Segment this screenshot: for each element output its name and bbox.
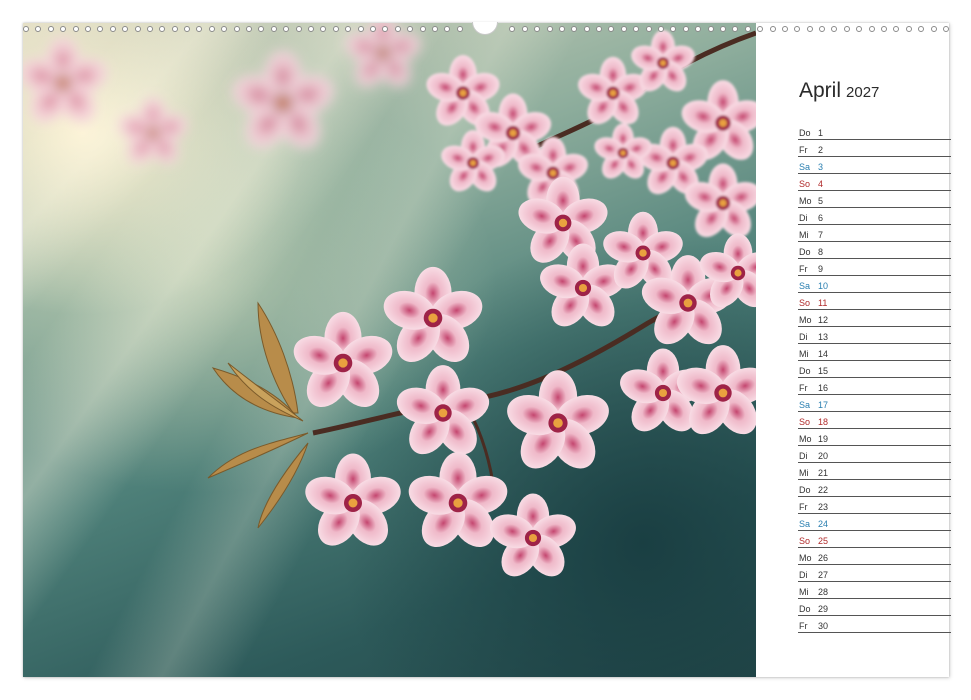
day-row: Di 13 (798, 327, 951, 344)
month-calendar: April 2027 Do 1 Fr 2 Sa 3 So 4 Mo 5 Di 6 Mi 7 Do 8 Fr 9 Sa… (776, 79, 951, 633)
weekday-label: Sa (799, 162, 811, 172)
day-row: Sa 10 (798, 276, 951, 293)
day-row: Mi 7 (798, 225, 951, 242)
day-number: 10 (818, 281, 829, 291)
weekday-label: So (799, 417, 811, 427)
blossom-branch-illustration (23, 23, 756, 584)
day-row: So 18 (798, 412, 951, 429)
weekday-label: Mo (799, 196, 812, 206)
day-number: 9 (818, 264, 824, 274)
day-number: 25 (818, 536, 829, 546)
day-number: 3 (818, 162, 824, 172)
weekday-label: Mi (799, 587, 809, 597)
day-number: 23 (818, 502, 829, 512)
day-number: 14 (818, 349, 829, 359)
day-row: Mo 19 (798, 429, 951, 446)
day-number: 29 (818, 604, 829, 614)
day-number: 15 (818, 366, 829, 376)
weekday-label: Fr (799, 502, 808, 512)
day-row: Mi 28 (798, 582, 951, 599)
day-list: Do 1 Fr 2 Sa 3 So 4 Mo 5 Di 6 Mi 7 Do 8 Fr 9 Sa 10 So 11 Mo 12 D… (798, 123, 951, 633)
weekday-label: Di (799, 570, 808, 580)
weekday-label: So (799, 179, 811, 189)
day-row: Mo 26 (798, 548, 951, 565)
day-number: 8 (818, 247, 824, 257)
day-number: 27 (818, 570, 829, 580)
day-row: Do 22 (798, 480, 951, 497)
weekday-label: Sa (799, 281, 811, 291)
month-heading: April 2027 (776, 79, 951, 123)
weekday-label: Do (799, 247, 811, 257)
day-row: Do 1 (798, 123, 951, 140)
day-number: 13 (818, 332, 829, 342)
day-number: 24 (818, 519, 829, 529)
day-number: 4 (818, 179, 824, 189)
day-row: Fr 23 (798, 497, 951, 514)
day-row: Di 6 (798, 208, 951, 225)
day-number: 22 (818, 485, 829, 495)
weekday-label: Di (799, 451, 808, 461)
day-number: 20 (818, 451, 829, 461)
day-row: Fr 16 (798, 378, 951, 395)
day-number: 30 (818, 621, 829, 631)
weekday-label: So (799, 298, 811, 308)
day-row: Mo 12 (798, 310, 951, 327)
weekday-label: Mi (799, 468, 809, 478)
day-row: Fr 30 (798, 616, 951, 633)
day-row: Sa 24 (798, 514, 951, 531)
day-number: 26 (818, 553, 829, 563)
weekday-label: Fr (799, 621, 808, 631)
day-row: So 25 (798, 531, 951, 548)
day-row: Fr 2 (798, 140, 951, 157)
day-number: 16 (818, 383, 829, 393)
weekday-label: Di (799, 332, 808, 342)
day-number: 19 (818, 434, 829, 444)
day-number: 12 (818, 315, 829, 325)
month-name: April (799, 79, 842, 102)
day-row: Mo 5 (798, 191, 951, 208)
day-row: So 4 (798, 174, 951, 191)
day-number: 18 (818, 417, 829, 427)
calendar-page: April 2027 Do 1 Fr 2 Sa 3 So 4 Mo 5 Di 6 Mi 7 Do 8 Fr 9 Sa… (23, 23, 951, 677)
day-row: Sa 17 (798, 395, 951, 412)
day-number: 11 (818, 298, 828, 308)
day-number: 2 (818, 145, 824, 155)
day-number: 7 (818, 230, 824, 240)
weekday-label: So (799, 536, 811, 546)
weekday-label: Fr (799, 383, 808, 393)
weekday-label: Fr (799, 264, 808, 274)
day-number: 5 (818, 196, 824, 206)
weekday-label: Sa (799, 400, 811, 410)
day-row: Do 8 (798, 242, 951, 259)
weekday-label: Sa (799, 519, 811, 529)
day-row: Fr 9 (798, 259, 951, 276)
weekday-label: Do (799, 604, 811, 614)
weekday-label: Do (799, 366, 811, 376)
day-number: 1 (818, 128, 824, 138)
day-row: Di 20 (798, 446, 951, 463)
day-number: 21 (818, 468, 829, 478)
weekday-label: Mi (799, 349, 809, 359)
weekday-label: Mi (799, 230, 809, 240)
day-row: So 11 (798, 293, 951, 310)
weekday-label: Mo (799, 315, 812, 325)
weekday-label: Fr (799, 145, 808, 155)
month-year: 2027 (846, 84, 880, 101)
cherry-blossom-photo (23, 23, 756, 677)
weekday-label: Mo (799, 553, 812, 563)
day-row: Sa 3 (798, 157, 951, 174)
day-row: Do 29 (798, 599, 951, 616)
day-row: Do 15 (798, 361, 951, 378)
day-row: Mi 14 (798, 344, 951, 361)
day-number: 6 (818, 213, 824, 223)
weekday-label: Do (799, 128, 811, 138)
day-row: Di 27 (798, 565, 951, 582)
weekday-label: Mo (799, 434, 812, 444)
weekday-label: Di (799, 213, 808, 223)
day-row: Mi 21 (798, 463, 951, 480)
weekday-label: Do (799, 485, 811, 495)
day-number: 28 (818, 587, 829, 597)
day-number: 17 (818, 400, 829, 410)
